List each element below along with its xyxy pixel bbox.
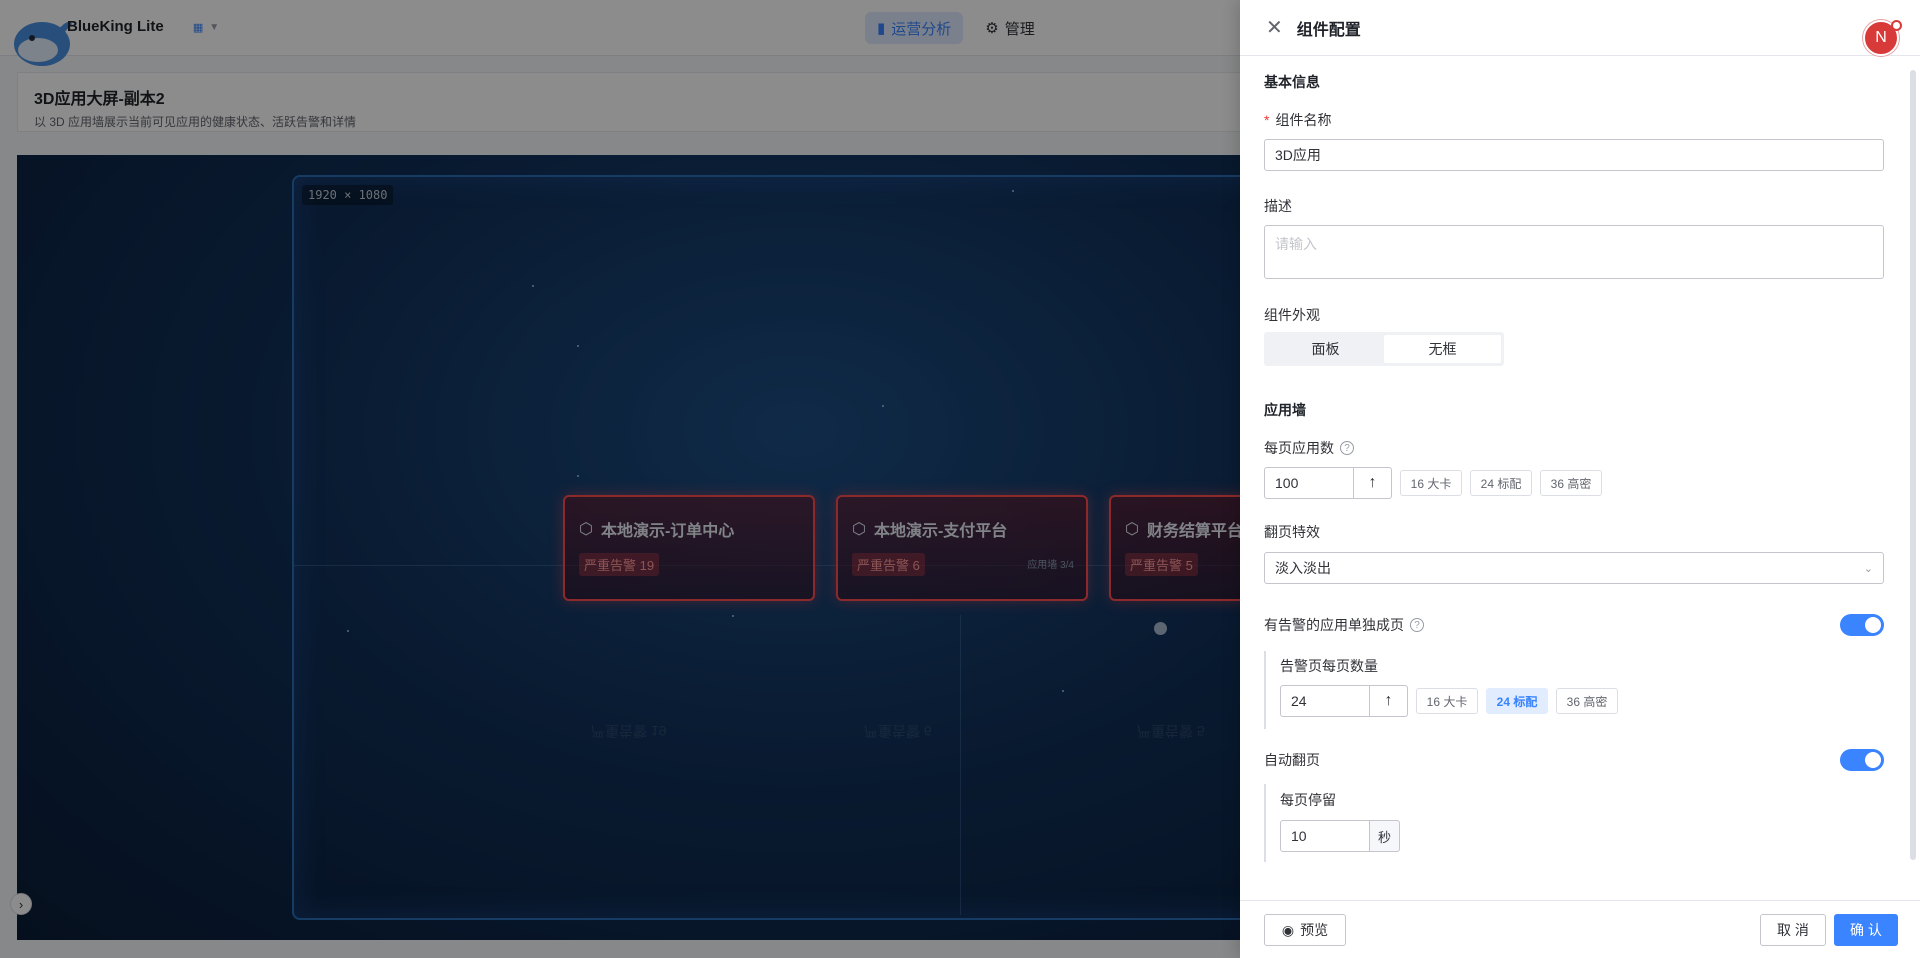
alert-per-page-value[interactable]: 24 — [1280, 685, 1370, 717]
transition-select[interactable]: 淡入淡出 ⌄ — [1264, 552, 1884, 584]
preset-16-large[interactable]: 16 大卡 — [1400, 470, 1462, 496]
appearance-segmented: 面板 无框 — [1264, 332, 1504, 366]
preset-36-dense[interactable]: 36 高密 — [1540, 470, 1602, 496]
label-text: 有告警的应用单独成页 — [1264, 617, 1404, 633]
auto-flip-label: 自动翻页 — [1264, 752, 1320, 768]
alert-per-page-label: 告警页每页数量 — [1280, 658, 1378, 674]
dwell-input-group: 10 秒 — [1280, 820, 1400, 852]
preview-button[interactable]: ◉ 预览 — [1264, 914, 1346, 946]
per-page-label: 每页应用数 ? — [1264, 438, 1354, 458]
drawer-scrollbar[interactable] — [1910, 70, 1916, 860]
button-label: 预览 — [1300, 922, 1329, 938]
alert-per-page-number-input: 24 ↑ — [1280, 685, 1408, 717]
drawer-header: ✕ 组件配置 — [1240, 0, 1920, 56]
drawer-body: 基本信息 * 组件名称 3D应用 描述 请输入 组件外观 面板 无框 应用墙 每… — [1240, 56, 1920, 900]
avatar-status-dot — [1891, 20, 1902, 31]
alert-page-label: 有告警的应用单独成页 ? — [1264, 615, 1424, 635]
component-config-drawer: ✕ 组件配置 N 基本信息 * 组件名称 3D应用 描述 请输入 组件外观 面板… — [1240, 0, 1920, 958]
description-textarea[interactable]: 请输入 — [1264, 225, 1884, 279]
drawer-title: 组件配置 — [1296, 21, 1361, 39]
auto-flip-toggle[interactable] — [1840, 749, 1884, 771]
required-marker: * — [1264, 112, 1270, 128]
alert-page-settings: 告警页每页数量 24 ↑ 16 大卡 24 标配 36 高密 — [1264, 651, 1884, 729]
section-basic-info: 基本信息 — [1264, 74, 1320, 90]
help-icon[interactable]: ? — [1410, 618, 1424, 632]
dwell-unit: 秒 — [1370, 820, 1400, 852]
dwell-label: 每页停留 — [1280, 792, 1336, 808]
cancel-button[interactable]: 取 消 — [1760, 914, 1826, 946]
label-text: 组件名称 — [1275, 112, 1332, 128]
component-name-label: * 组件名称 — [1264, 110, 1331, 130]
section-app-wall: 应用墙 — [1264, 402, 1306, 418]
preset-24-standard[interactable]: 24 标配 — [1470, 470, 1532, 496]
per-page-value[interactable]: 100 — [1264, 467, 1354, 499]
alert-page-toggle[interactable] — [1840, 614, 1884, 636]
alert-preset-24-standard[interactable]: 24 标配 — [1486, 688, 1548, 714]
select-value: 淡入淡出 — [1275, 560, 1331, 576]
component-name-input[interactable]: 3D应用 — [1264, 139, 1884, 171]
close-icon[interactable]: ✕ — [1266, 18, 1283, 38]
description-label: 描述 — [1264, 198, 1292, 214]
confirm-button[interactable]: 确 认 — [1834, 914, 1898, 946]
help-icon[interactable]: ? — [1340, 441, 1354, 455]
per-page-number-input: 100 ↑ — [1264, 467, 1392, 499]
alert-preset-36-dense[interactable]: 36 高密 — [1556, 688, 1618, 714]
appearance-label: 组件外观 — [1264, 307, 1320, 323]
alert-preset-16-large[interactable]: 16 大卡 — [1416, 688, 1478, 714]
arrow-up-icon[interactable]: ↑ — [1354, 467, 1392, 499]
arrow-up-icon[interactable]: ↑ — [1370, 685, 1408, 717]
label-text: 每页应用数 — [1264, 440, 1334, 456]
dwell-input[interactable]: 10 — [1280, 820, 1370, 852]
auto-flip-settings: 每页停留 10 秒 — [1264, 784, 1884, 862]
drawer-footer: ◉ 预览 取 消 确 认 — [1240, 900, 1920, 958]
chevron-down-icon: ⌄ — [1863, 562, 1873, 575]
appearance-option-frameless[interactable]: 无框 — [1384, 335, 1501, 363]
transition-label: 翻页特效 — [1264, 524, 1320, 540]
appearance-option-panel[interactable]: 面板 — [1267, 335, 1384, 363]
eye-icon: ◉ — [1281, 921, 1295, 938]
